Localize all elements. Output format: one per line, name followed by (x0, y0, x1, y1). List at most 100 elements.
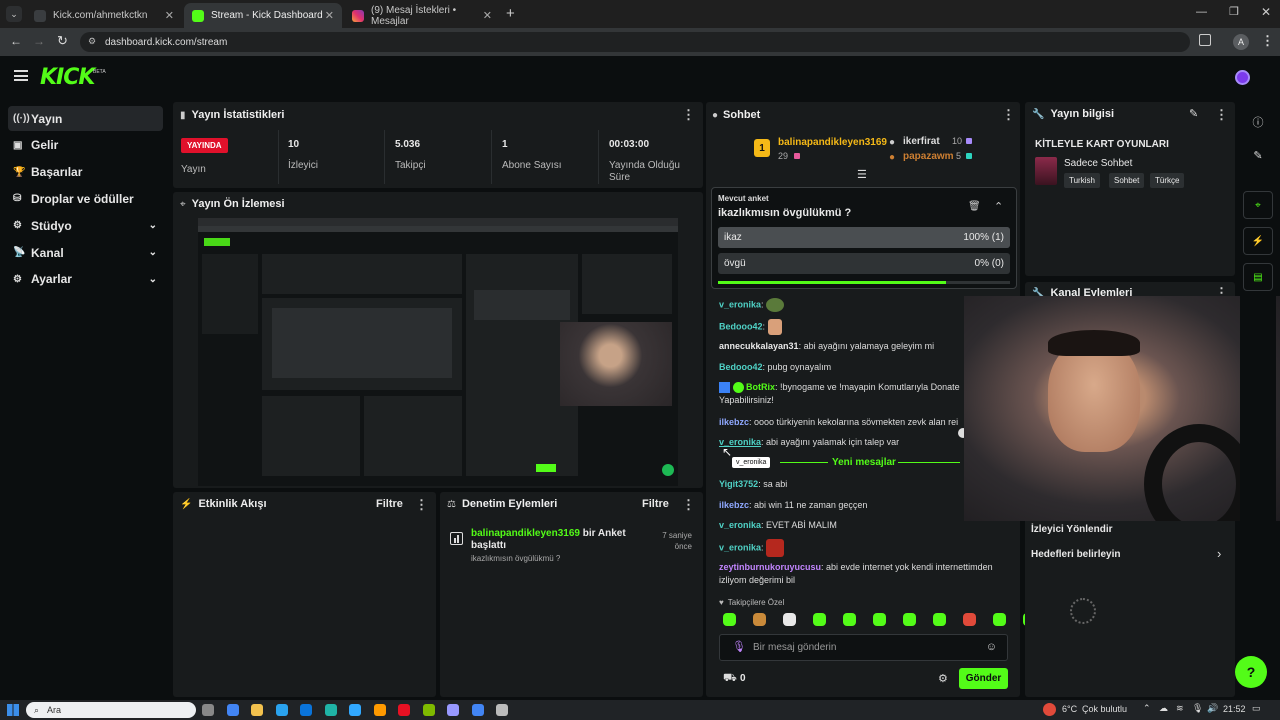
sidebar-item-2[interactable]: 🏆 Başarılar (8, 160, 163, 185)
chat-input[interactable]: 🎙 Bir mesaj gönderin ☺ (719, 634, 1008, 661)
edge-icon[interactable] (324, 704, 337, 716)
site-info-icon[interactable]: ⚙ (88, 36, 96, 47)
chevron-right-icon[interactable]: › (1217, 546, 1221, 561)
emote-icon[interactable] (843, 613, 856, 626)
chevron-down-icon[interactable]: ⌄ (149, 220, 157, 231)
send-button[interactable]: Gönder (959, 668, 1008, 689)
app-icon[interactable] (496, 704, 508, 716)
filter-button[interactable]: Filtre (376, 498, 403, 510)
cloud-icon[interactable]: ☁ (1159, 703, 1168, 714)
poll-option-1[interactable]: ikaz 100% (1) (718, 227, 1010, 248)
emoji-icon[interactable]: ☺ (986, 641, 997, 653)
chat-username[interactable]: Yigit3752 (719, 479, 758, 489)
hamburger-menu-icon[interactable] (14, 70, 28, 81)
chevron-down-icon[interactable]: ⌄ (149, 274, 157, 285)
chat-username[interactable]: Bedooo42 (719, 362, 763, 372)
sidebar-item-6[interactable]: ⚙ Ayarlar ⌄ (8, 267, 163, 292)
tag-chip[interactable]: Türkçe (1150, 173, 1185, 188)
more-options-icon[interactable]: ⋮ (682, 497, 695, 513)
chat-settings-icon[interactable]: ⚙ (938, 672, 948, 685)
close-icon[interactable]: ✕ (165, 9, 174, 22)
minimize-icon[interactable]: — (1196, 6, 1207, 18)
premiere-icon[interactable] (447, 704, 459, 716)
emote-icon[interactable] (873, 613, 886, 626)
chat-username[interactable]: Bedooo42 (719, 321, 763, 331)
profile-avatar[interactable]: A (1233, 34, 1249, 50)
camera-target-icon[interactable]: ⌖ (1243, 191, 1273, 219)
emote-icon[interactable] (753, 613, 766, 626)
emote-icon[interactable] (723, 613, 736, 626)
back-arrow-icon[interactable]: ← (10, 34, 22, 48)
windows-start-icon[interactable] (7, 704, 19, 716)
browser-tab-3[interactable]: (9) Mesaj İstekleri • Mesajlar ✕ (344, 3, 500, 28)
user-avatar[interactable] (1235, 70, 1250, 85)
chrome-icon[interactable] (226, 704, 239, 716)
cart-icon[interactable]: ⛟ (723, 672, 737, 686)
sidebar-item-1[interactable]: ▣ Gelir (8, 133, 163, 158)
tag-chip[interactable]: Turkish (1064, 173, 1100, 188)
kick-logo[interactable]: KICK (40, 65, 95, 90)
emote-icon[interactable] (813, 613, 826, 626)
tab-search-icon[interactable]: ⌄ (6, 6, 22, 22)
set-goals[interactable]: Hedefleri belirleyin (1031, 549, 1120, 560)
chat-username[interactable]: v_eronika (719, 542, 761, 552)
extensions-icon[interactable] (1199, 34, 1211, 46)
wifi-icon[interactable]: ≋ (1176, 703, 1184, 714)
photoshop-icon[interactable] (349, 704, 361, 716)
tray-chevron-icon[interactable]: ⌃ (1143, 703, 1151, 714)
sidebar-item-4[interactable]: ⚙ Stüdyo ⌄ (8, 213, 163, 238)
clock[interactable]: 21:52 (1223, 704, 1246, 714)
emote-icon[interactable] (783, 613, 796, 626)
explorer-icon[interactable] (251, 704, 263, 716)
chat-username[interactable]: v_eronika (719, 299, 761, 309)
stream-category[interactable]: Sadece Sohbet (1064, 158, 1132, 169)
tag-chip[interactable]: Sohbet (1109, 173, 1145, 188)
chrome-active-icon[interactable] (471, 704, 484, 716)
app-icon[interactable] (275, 704, 288, 716)
filter-button[interactable]: Filtre (642, 498, 669, 510)
mic-tray-icon[interactable]: 🎙 (1192, 703, 1203, 714)
edit-pencil-icon[interactable]: ✎ (1189, 107, 1198, 120)
poll-option-2[interactable]: övgü 0% (0) (718, 253, 1010, 274)
emote-icon[interactable] (933, 613, 946, 626)
chat-username[interactable]: annecukkalayan31 (719, 341, 799, 351)
emote-icon[interactable] (963, 613, 976, 626)
microphone-icon[interactable]: 🎙 (732, 640, 746, 653)
sidebar-item-0[interactable]: ((·)) Yayın (8, 106, 163, 131)
sidebar-item-3[interactable]: ⛁ Droplar ve ödüller (8, 186, 163, 211)
browser-tab-1[interactable]: Kick.com/ahmetkctkn ✕ (26, 3, 182, 28)
window-close-icon[interactable]: ✕ (1261, 5, 1271, 19)
top-chatter-1[interactable]: balinapandikleyen3169 (778, 137, 887, 148)
notification-icon[interactable]: ▭ (1252, 703, 1261, 714)
mail-icon[interactable] (300, 704, 312, 716)
close-icon[interactable]: ✕ (325, 9, 334, 22)
browser-tab-2[interactable]: Stream - Kick Dashboard ✕ (184, 3, 342, 28)
emote-icon[interactable] (993, 613, 1006, 626)
pencil-icon[interactable]: ✎ (1243, 140, 1273, 170)
chat-username[interactable]: v_eronika (719, 520, 761, 530)
help-chat-fab[interactable]: ? (1235, 656, 1267, 688)
emote-icon[interactable] (903, 613, 916, 626)
restore-icon[interactable]: ❐ (1229, 5, 1239, 18)
close-icon[interactable]: ✕ (483, 9, 492, 22)
info-icon[interactable]: ⓘ (1243, 107, 1273, 137)
forward-arrow-icon[interactable]: → (33, 34, 45, 48)
trash-icon[interactable]: 🗑 (968, 201, 981, 212)
chevron-up-icon[interactable]: ⌃ (994, 200, 1003, 213)
more-options-icon[interactable]: ⋮ (682, 107, 695, 123)
new-tab-plus-icon[interactable]: + (506, 5, 515, 22)
chat-username[interactable]: zeytinburnukoruyucusu (719, 562, 821, 572)
redirect-viewers[interactable]: İzleyici Yönlendir (1031, 524, 1113, 535)
reload-icon[interactable]: ↻ (57, 33, 68, 49)
top-chatter-2[interactable]: ikerfirat (903, 136, 940, 147)
document-icon[interactable]: ▤ (1243, 263, 1273, 291)
lightning-icon[interactable]: ⚡ (1243, 227, 1273, 255)
stream-preview-video[interactable] (198, 218, 678, 486)
more-options-icon[interactable]: ⋮ (415, 497, 428, 513)
browser-menu-icon[interactable]: ⋮ (1261, 33, 1274, 49)
illustrator-icon[interactable] (373, 704, 386, 716)
sidebar-item-5[interactable]: 📡 Kanal ⌄ (8, 240, 163, 265)
chat-username[interactable]: BotRix (746, 382, 775, 392)
more-options-icon[interactable]: ⋮ (1215, 107, 1228, 123)
more-options-icon[interactable]: ⋮ (1002, 107, 1015, 123)
